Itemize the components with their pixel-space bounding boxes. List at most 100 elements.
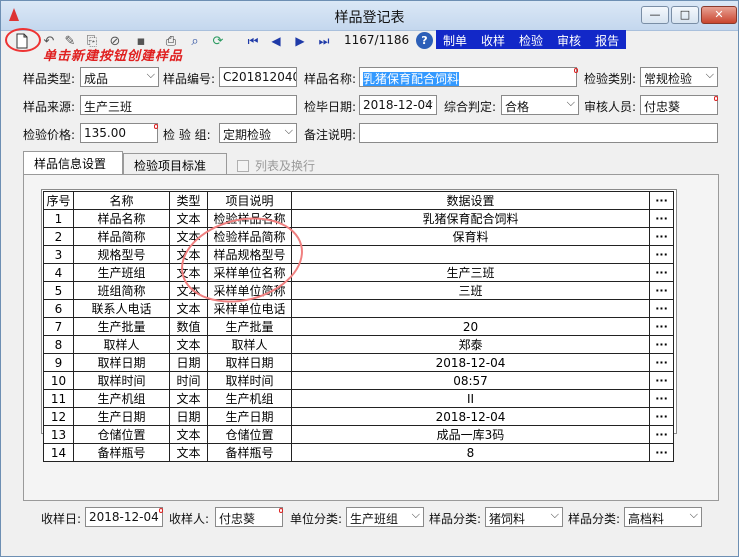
cell-name: 取样人 [73,335,170,354]
menu-item-report[interactable]: 报告 [588,30,626,49]
row-more-button[interactable]: ··· [649,209,674,228]
row-more-button[interactable]: ··· [649,317,674,336]
row-more-button[interactable]: ··· [649,227,674,246]
refresh-icon[interactable]: ⟳ [208,31,228,51]
cell-data[interactable]: II [291,389,650,408]
prev-record-icon[interactable]: ◀ [266,31,286,51]
first-record-icon[interactable]: ⏮ [243,31,263,51]
unit-category-label: 单位分类: [290,512,343,526]
cell-data[interactable]: 20 [291,317,650,336]
table-row[interactable]: 2 样品简称 文本 检验样品简称 保育料 ··· [43,227,674,246]
row-more-button[interactable]: ··· [649,425,674,444]
table-row[interactable]: 5 班组简称 文本 采样单位简称 三班 ··· [43,281,674,300]
unit-category-select[interactable]: 生产班组 [346,507,424,527]
find-icon[interactable]: ⌕ [185,31,205,51]
row-more-button[interactable]: ··· [649,299,674,318]
cell-type: 文本 [169,209,208,228]
minimize-button[interactable]: — [641,6,669,24]
table-row[interactable]: 12 生产日期 日期 生产日期 2018-12-04 ··· [43,407,674,426]
maximize-button[interactable]: □ [671,6,699,24]
table-row[interactable]: 14 备样瓶号 文本 备样瓶号 8 ··· [43,443,674,462]
row-more-button[interactable]: ··· [649,371,674,390]
row-more-button[interactable]: ··· [649,443,674,462]
cell-data[interactable] [291,299,650,318]
price-field[interactable]: 135.00 [80,123,158,143]
tab-inspection-standard[interactable]: 检验项目标准 [123,153,227,174]
sample-no-field[interactable]: C20181204004 [219,67,297,87]
cell-type: 日期 [169,353,208,372]
cell-data[interactable]: 保育料 [291,227,650,246]
cell-data[interactable]: 8 [291,443,650,462]
cell-data[interactable]: 2018-12-04 [291,407,650,426]
row-more-button[interactable]: ··· [649,245,674,264]
cell-data[interactable] [291,245,650,264]
table-row[interactable]: 1 样品名称 文本 检验样品名称 乳猪保育配合饲料 ··· [43,209,674,228]
menu-item-create[interactable]: 制单 [436,30,474,49]
cell-data[interactable]: 成品一库3码 [291,425,650,444]
cell-data[interactable]: 08:57 [291,371,650,390]
receiver-field[interactable]: 付忠葵 [215,507,283,527]
table-row[interactable]: 7 生产批量 数值 生产批量 20 ··· [43,317,674,336]
row-more-button[interactable]: ··· [649,389,674,408]
required-marker [159,508,163,513]
title-bar: 样品登记表 — □ ✕ [1,1,738,31]
table-row[interactable]: 4 生产班组 文本 采样单位名称 生产三班 ··· [43,263,674,282]
judge-select[interactable]: 合格 [501,95,579,115]
cell-data[interactable]: 郑泰 [291,335,650,354]
menu-item-review[interactable]: 审核 [550,30,588,49]
list-wrap-checkbox[interactable]: 列表及换行 [237,157,315,174]
row-more-button[interactable]: ··· [649,263,674,282]
next-record-icon[interactable]: ▶ [290,31,310,51]
table-row[interactable]: 10 取样时间 时间 取样时间 08:57 ··· [43,371,674,390]
sample-type-select[interactable]: 成品 [80,67,159,87]
table-row[interactable]: 9 取样日期 日期 取样日期 2018-12-04 ··· [43,353,674,372]
table-row[interactable]: 6 联系人电话 文本 采样单位电话 ··· [43,299,674,318]
receive-date-field[interactable]: 2018-12-04 [85,507,163,527]
row-more-button[interactable]: ··· [649,335,674,354]
cell-name: 取样日期 [73,353,170,372]
sample-category-label-1: 样品分类: [429,512,482,526]
sample-category-select-2[interactable]: 高档料 [624,507,702,527]
table-row[interactable]: 3 规格型号 文本 样品规格型号 ··· [43,245,674,264]
cell-data[interactable]: 三班 [291,281,650,300]
price-label: 检验价格: [23,128,76,142]
reviewer-field[interactable]: 付忠葵 [640,95,718,115]
cell-type: 时间 [169,371,208,390]
cell-no: 9 [43,353,74,372]
cell-name: 联系人电话 [73,299,170,318]
receive-date-label: 收样日: [41,512,82,526]
menu-item-receive[interactable]: 收样 [474,30,512,49]
cell-name: 取样时间 [73,371,170,390]
tab-sample-info[interactable]: 样品信息设置 [23,151,123,174]
menu-item-inspect[interactable]: 检验 [512,30,550,49]
help-icon[interactable]: ? [416,32,433,49]
inspect-type-select[interactable]: 常规检验 [640,67,718,87]
finish-date-picker[interactable]: 2018-12-04 [359,95,437,115]
row-more-button[interactable]: ··· [649,281,674,300]
source-field[interactable]: 生产三班 [80,95,297,115]
last-record-icon[interactable]: ⏭ [314,31,334,51]
remark-label: 备注说明: [304,128,357,142]
col-header-data: 数据设置 [291,191,650,210]
group-select[interactable]: 定期检验 [219,123,297,143]
remark-field[interactable] [359,123,718,143]
col-header-name: 名称 [73,191,170,210]
checkbox-box [237,160,249,172]
sample-name-field[interactable]: 乳猪保育配合饲料 [359,67,577,87]
col-header-more[interactable]: ··· [649,191,674,210]
row-more-button[interactable]: ··· [649,407,674,426]
row-more-button[interactable]: ··· [649,353,674,372]
close-button[interactable]: ✕ [701,6,737,24]
annotation-note: 单击新建按钮创建样品 [43,49,184,64]
required-marker [279,508,283,513]
window-title: 样品登记表 [334,10,405,26]
sample-name-label: 样品名称: [304,72,357,86]
sample-category-select-1[interactable]: 猪饲料 [485,507,563,527]
table-row[interactable]: 8 取样人 文本 取样人 郑泰 ··· [43,335,674,354]
record-counter: 1167/1186 [344,33,410,47]
table-row[interactable]: 13 仓储位置 文本 仓储位置 成品一库3码 ··· [43,425,674,444]
cell-data[interactable]: 2018-12-04 [291,353,650,372]
table-row[interactable]: 11 生产机组 文本 生产机组 II ··· [43,389,674,408]
cell-data[interactable]: 乳猪保育配合饲料 [291,209,650,228]
cell-data[interactable]: 生产三班 [291,263,650,282]
